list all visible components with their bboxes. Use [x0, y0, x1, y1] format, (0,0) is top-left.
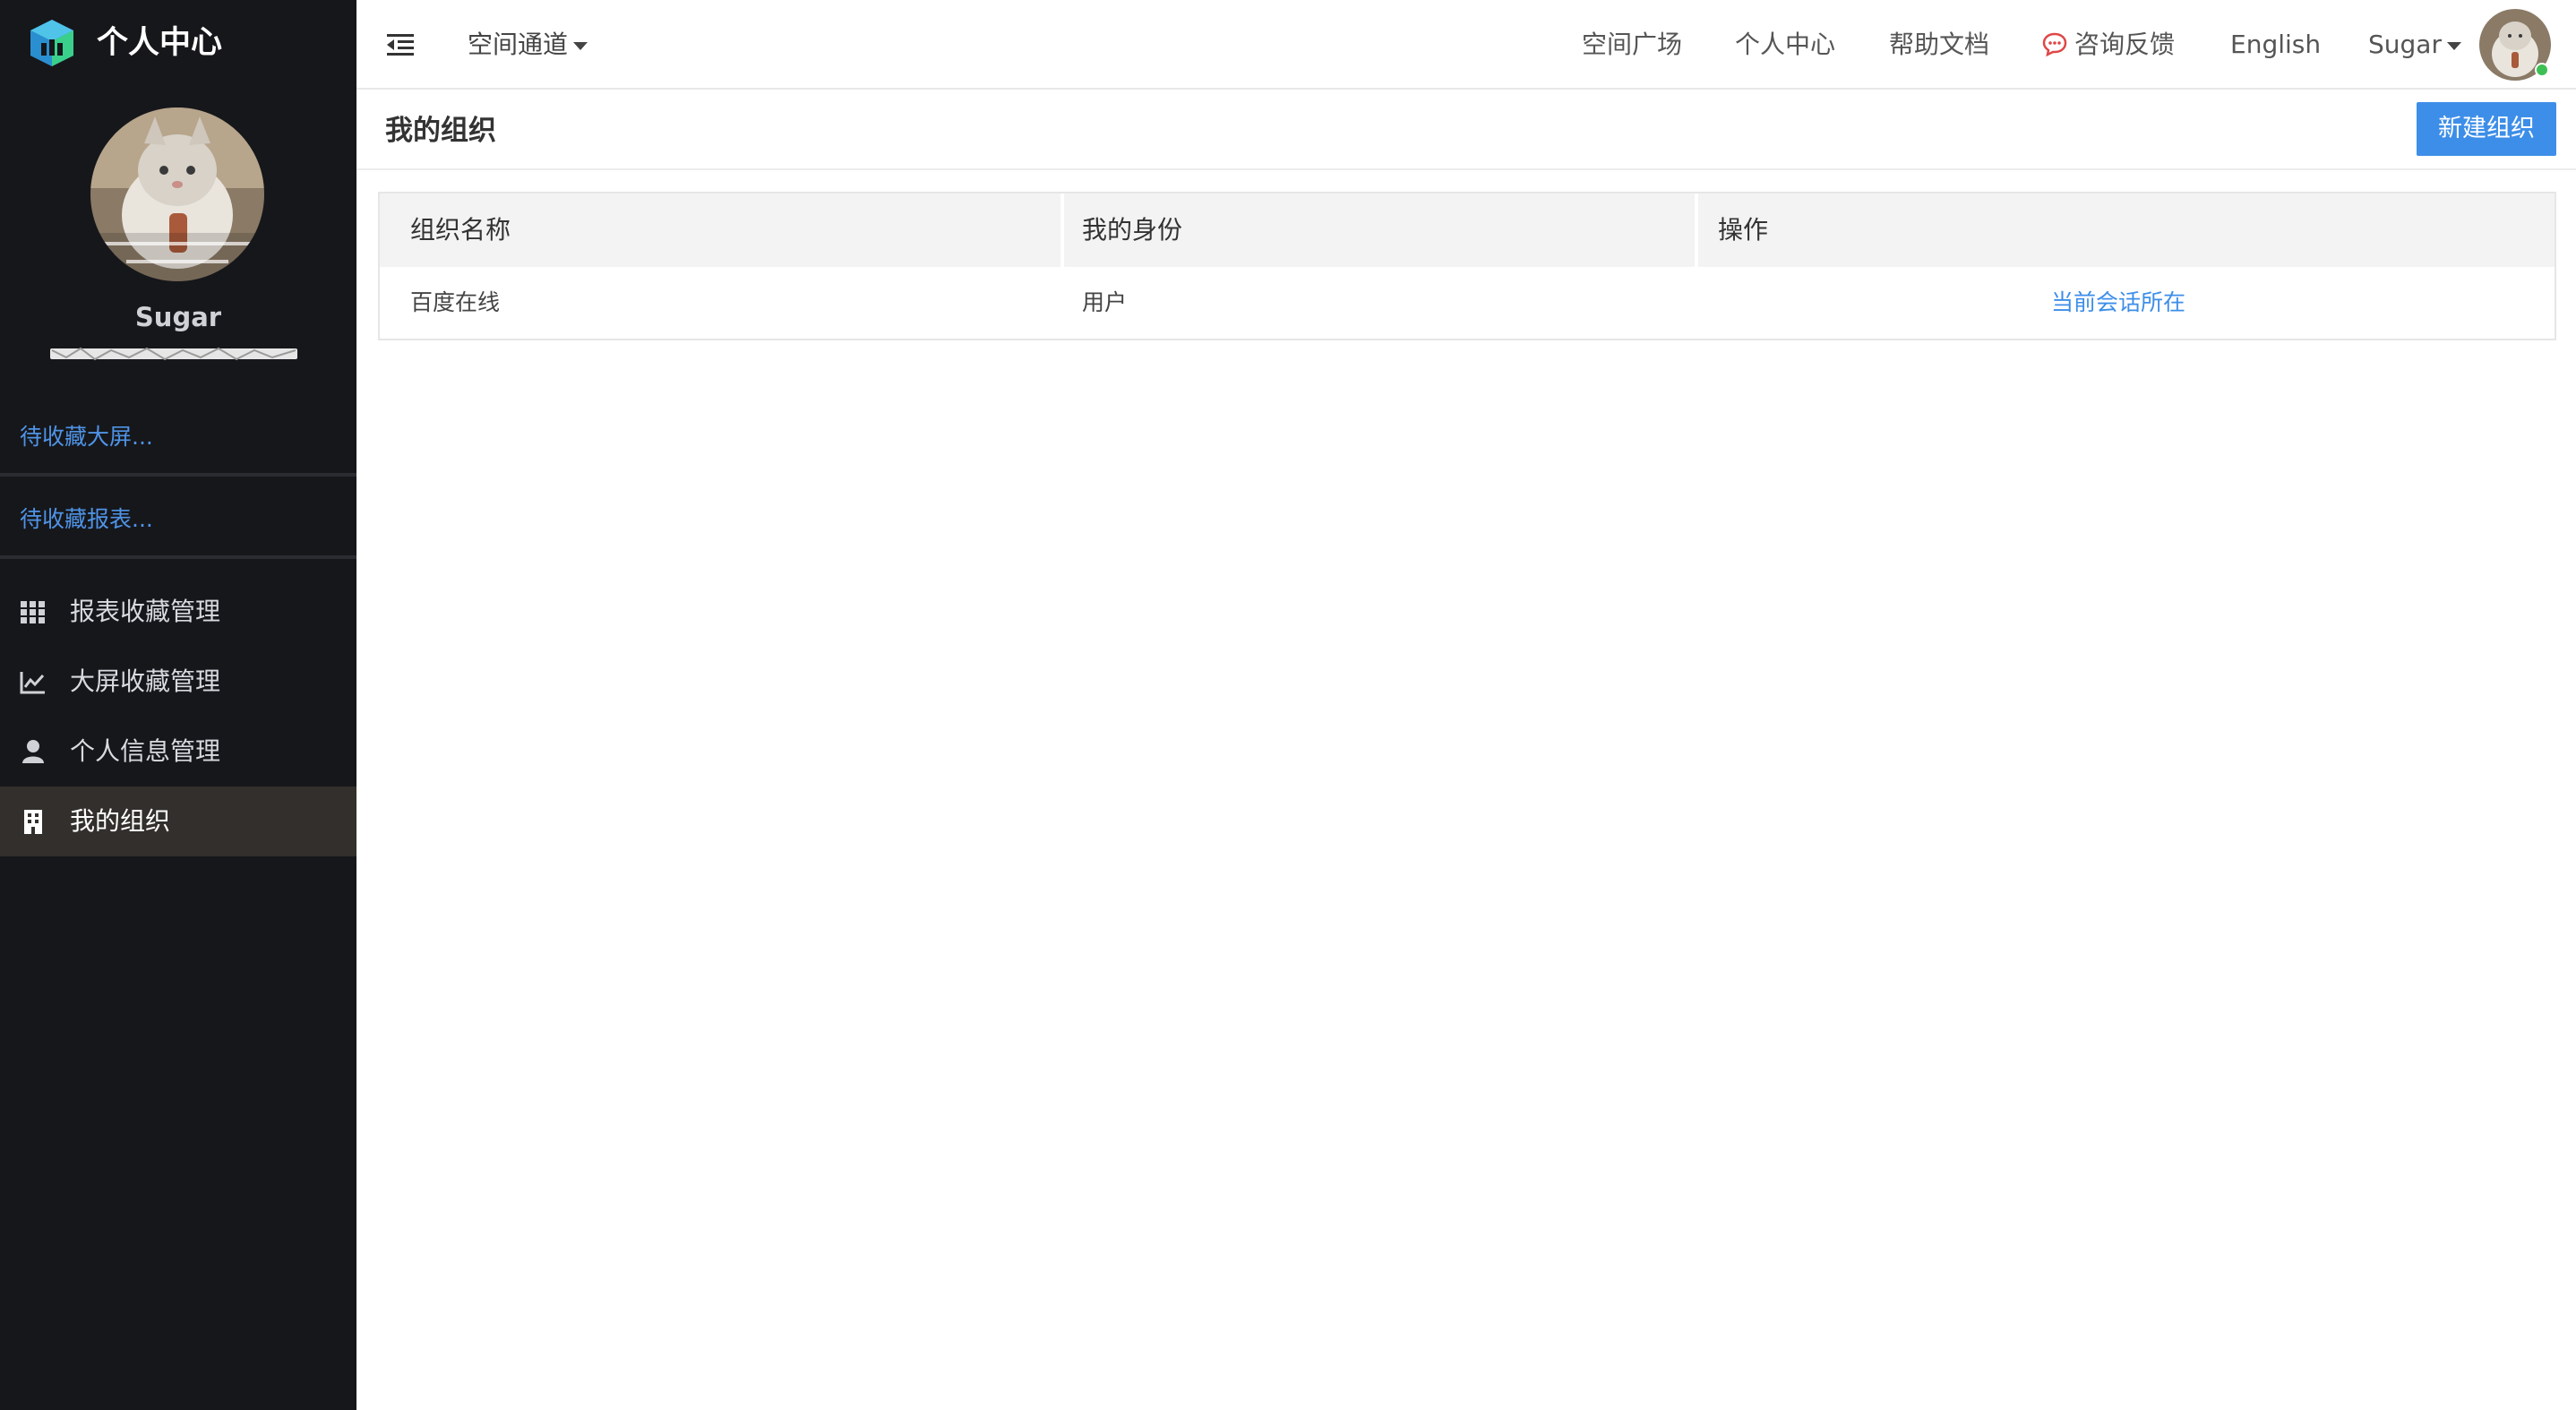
content-header: 我的组织 新建组织 [356, 90, 2576, 170]
table-header: 组织名称 我的身份 操作 [380, 193, 2555, 267]
online-status-dot [2535, 63, 2549, 77]
chart-line-icon [20, 672, 45, 694]
current-session-link[interactable]: 当前会话所在 [2051, 267, 2185, 339]
profile-name: Sugar [134, 302, 222, 332]
divider [0, 555, 356, 559]
redacted-email [50, 347, 297, 361]
collapse-menu-icon[interactable] [387, 32, 414, 57]
favorite-screen-link[interactable]: 待收藏大屏... [20, 421, 153, 453]
org-name-cell: 百度在线 [410, 289, 501, 315]
column-separator [1060, 193, 1064, 267]
cat-avatar-image [90, 107, 264, 281]
column-separator [1695, 193, 1698, 267]
nav-link-space-square[interactable]: 空间广场 [1582, 27, 1682, 63]
brand-title: 个人中心 [97, 25, 223, 61]
app-root: 个人中心 Sugar 待收藏大屏... 待收藏报表... 报表收藏管理 大屏收藏… [0, 0, 2576, 1410]
caret-down-icon [2446, 41, 2461, 50]
sidebar-item-personal-info[interactable]: 个人信息管理 [0, 717, 356, 787]
page-title: 我的组织 [385, 115, 496, 147]
sidebar: 个人中心 Sugar 待收藏大屏... 待收藏报表... 报表收藏管理 大屏收藏… [0, 0, 356, 1410]
building-icon [24, 810, 42, 834]
sidebar-item-my-organization[interactable]: 我的组织 [0, 787, 356, 856]
nav-link-english[interactable]: English [2230, 27, 2321, 63]
topbar: 空间通道 空间广场 个人中心 帮助文档 咨询反馈 English Sugar [356, 0, 2576, 90]
divider [0, 473, 356, 477]
sidebar-item-report-favorites[interactable]: 报表收藏管理 [0, 577, 356, 647]
grid-icon [21, 601, 45, 623]
space-channel-dropdown[interactable]: 空间通道 [468, 27, 588, 63]
user-menu-dropdown[interactable]: Sugar [2368, 27, 2461, 63]
org-role-cell: 用户 [1082, 289, 1128, 315]
avatar[interactable] [90, 107, 264, 281]
brand[interactable]: 个人中心 [0, 0, 356, 88]
table-row: 百度在线 用户 当前会话所在 [380, 267, 2555, 339]
organization-table: 组织名称 我的身份 操作 百度在线 用户 当前会话所在 [378, 192, 2556, 340]
favorite-report-link[interactable]: 待收藏报表... [20, 503, 153, 536]
sidebar-item-label: 个人信息管理 [70, 736, 221, 766]
nav-link-feedback[interactable]: 咨询反馈 [2042, 27, 2175, 63]
cube-logo-icon [30, 20, 73, 66]
nav-link-personal-center[interactable]: 个人中心 [1735, 27, 1835, 63]
chat-bubble-icon [2042, 32, 2067, 56]
column-header-action[interactable]: 操作 [1718, 193, 1768, 267]
user-menu-label: Sugar [2368, 30, 2442, 59]
sidebar-item-screen-favorites[interactable]: 大屏收藏管理 [0, 647, 356, 717]
sidebar-item-label: 报表收藏管理 [70, 597, 221, 626]
sidebar-item-label: 大屏收藏管理 [70, 666, 221, 696]
user-icon [22, 740, 44, 763]
sidebar-item-label: 我的组织 [70, 806, 171, 836]
column-header-name[interactable]: 组织名称 [410, 193, 511, 267]
feedback-label: 咨询反馈 [2074, 30, 2176, 59]
new-organization-button[interactable]: 新建组织 [2417, 102, 2556, 156]
caret-down-icon [573, 41, 588, 50]
column-header-role[interactable]: 我的身份 [1082, 193, 1182, 267]
space-channel-label: 空间通道 [468, 30, 569, 59]
nav-link-help-docs[interactable]: 帮助文档 [1889, 27, 1989, 63]
